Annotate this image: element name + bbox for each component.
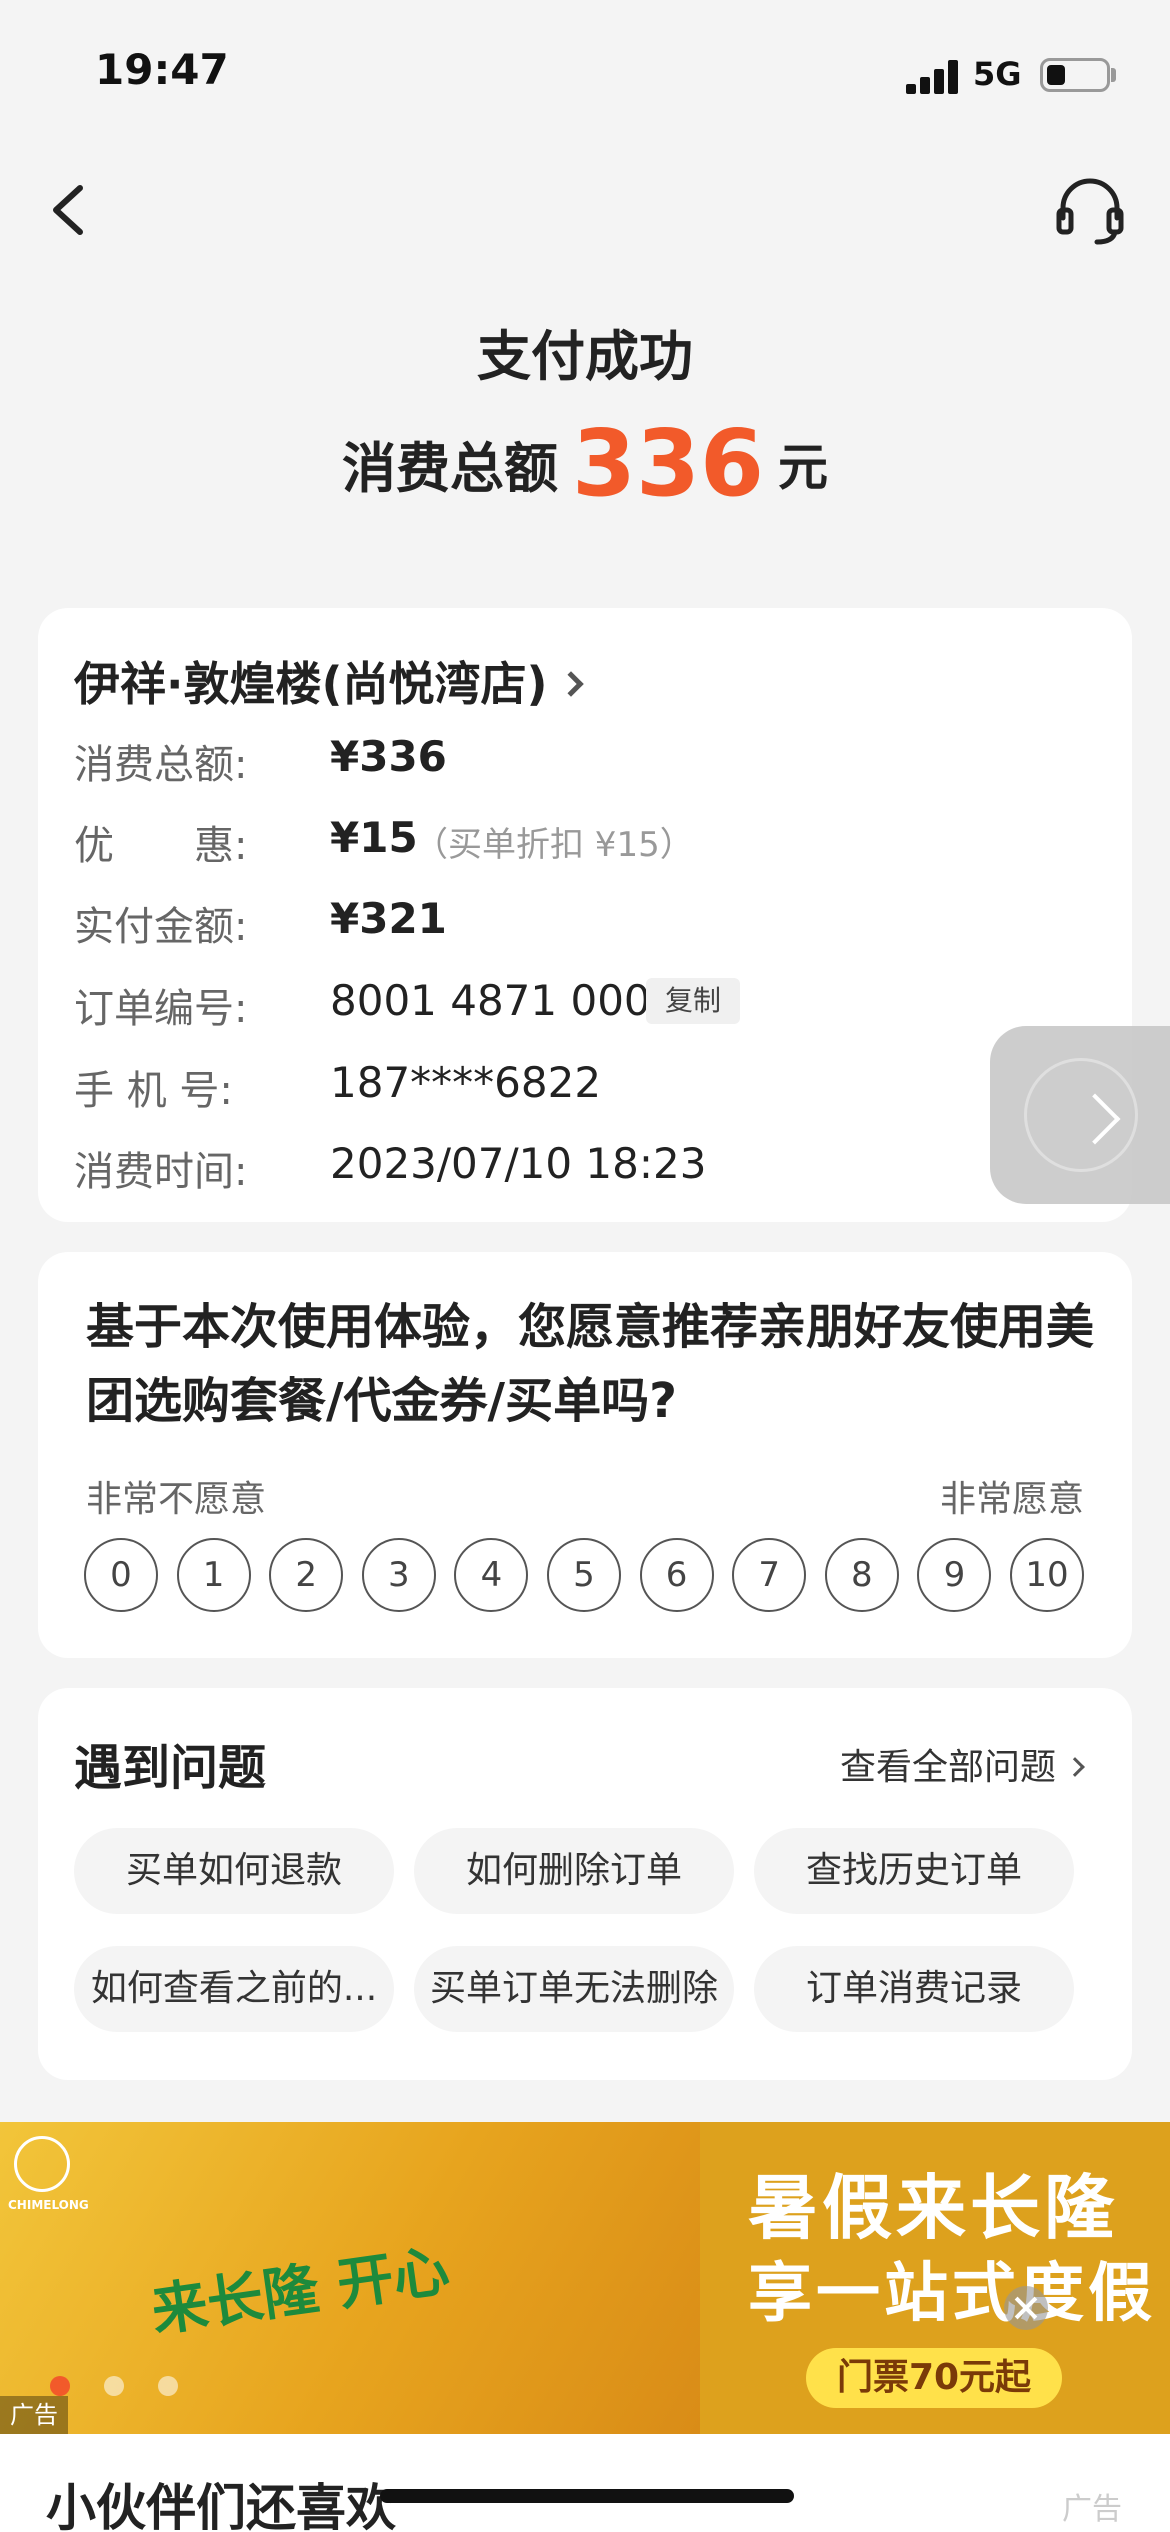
info-label: 实付金额:	[74, 904, 248, 950]
score-option[interactable]: 1	[176, 1538, 251, 1612]
signal-icon	[906, 60, 960, 94]
info-value: 187****6822	[330, 1058, 602, 1107]
copy-button[interactable]: 复制	[646, 978, 740, 1024]
score-option[interactable]: 2	[269, 1538, 344, 1612]
ad-tag: 广告	[0, 2396, 68, 2434]
nps-survey-card: 基于本次使用体验，您愿意推荐亲朋好友使用美团选购套餐/代金券/买单吗? 非常不愿…	[38, 1252, 1132, 1658]
chimelong-logo-icon	[14, 2136, 70, 2192]
carousel-dot[interactable]	[50, 2376, 70, 2396]
chevron-right-icon	[1069, 1093, 1121, 1145]
total-amount: 336	[571, 410, 765, 517]
info-label: 订单编号:	[74, 986, 248, 1032]
floating-next-button[interactable]	[990, 1026, 1170, 1204]
store-link[interactable]: 伊祥·敦煌楼(尚悦湾店)	[74, 648, 584, 714]
carousel-dot[interactable]	[158, 2376, 178, 2396]
scale-high-label: 非常愿意	[939, 1479, 1084, 1520]
headset-icon	[1056, 178, 1124, 245]
faq-chip[interactable]: 如何查看之前的...	[74, 1946, 394, 2032]
score-option[interactable]: 5	[547, 1538, 621, 1612]
info-label: 消费时间:	[74, 1149, 248, 1195]
score-option[interactable]: 8	[824, 1538, 899, 1612]
circle-icon	[1024, 1058, 1138, 1172]
network-type: 5G	[973, 55, 1022, 93]
faq-chip[interactable]: 订单消费记录	[754, 1946, 1074, 2032]
discount-note: （买单折扣 ¥15）	[414, 825, 694, 865]
carousel-dots	[50, 2376, 212, 2400]
battery-icon	[1040, 58, 1110, 92]
info-label: 手 机 号:	[74, 1068, 233, 1114]
info-label: 消费总额:	[74, 742, 248, 788]
info-label: 优 惠:	[74, 823, 248, 869]
battery-cap	[1111, 68, 1116, 82]
close-icon[interactable]	[1004, 2286, 1048, 2330]
recommend-section: 小伙伴们还喜欢 广告	[0, 2434, 1170, 2532]
order-info-card: 伊祥·敦煌楼(尚悦湾店) 消费总额: ¥336 优 惠: ¥15 （买单折扣 ¥…	[38, 608, 1132, 1222]
faq-chip[interactable]: 买单如何退款	[74, 1828, 394, 1914]
ad-headline-1: 暑假来长隆	[748, 2167, 1118, 2249]
chevron-right-icon	[557, 670, 584, 697]
customer-service-button[interactable]	[1055, 170, 1125, 250]
chevron-right-icon	[1065, 1757, 1085, 1777]
faq-chip[interactable]: 查找历史订单	[754, 1828, 1074, 1914]
score-options: 0 1 2 3 4 5 6 7 8 9 10	[84, 1538, 1094, 1614]
info-value: ¥15	[330, 813, 418, 862]
scale-low-label: 非常不愿意	[86, 1479, 267, 1520]
recommend-ad-tag: 广告	[1062, 2492, 1122, 2527]
ad-headline-2: 享一站式度假	[748, 2257, 1156, 2331]
back-button[interactable]	[40, 170, 100, 250]
ad-logo-text: CHIMELONG	[8, 2198, 89, 2212]
total-summary: 消费总额 336 元	[0, 410, 1170, 517]
info-value: 2023/07/10 18:23	[330, 1139, 707, 1188]
faq-chip[interactable]: 买单订单无法删除	[414, 1946, 734, 2032]
status-bar: 19:47 5G	[0, 0, 1170, 150]
recommend-title: 小伙伴们还喜欢	[46, 2479, 396, 2532]
score-option[interactable]: 10	[1010, 1538, 1084, 1612]
view-all-questions-link[interactable]: 查看全部问题	[839, 1738, 1085, 1790]
score-option[interactable]: 4	[454, 1538, 529, 1612]
score-option[interactable]: 3	[361, 1538, 436, 1612]
score-option[interactable]: 6	[639, 1538, 714, 1612]
view-all-label: 查看全部问题	[839, 1747, 1056, 1788]
order-number: 8001 4871 000	[330, 976, 651, 1025]
home-indicator[interactable]	[380, 2489, 794, 2503]
page-title: 支付成功	[477, 325, 693, 388]
faq-chip[interactable]: 如何删除订单	[414, 1828, 734, 1914]
info-value: ¥321	[330, 894, 447, 943]
chevron-left-icon	[53, 185, 83, 235]
store-name: 伊祥·敦煌楼(尚悦湾店)	[74, 657, 548, 711]
survey-question: 基于本次使用体验，您愿意推荐亲朋好友使用美团选购套餐/代金券/买单吗?	[86, 1299, 1095, 1429]
score-option[interactable]: 9	[917, 1538, 992, 1612]
status-time: 19:47	[95, 45, 229, 94]
ad-cta: 门票70元起	[806, 2348, 1062, 2408]
carousel-dot[interactable]	[104, 2376, 124, 2396]
info-value: ¥336	[330, 732, 447, 781]
faq-card: 遇到问题 查看全部问题 买单如何退款 如何删除订单 查找历史订单 如何查看之前的…	[38, 1688, 1132, 2080]
ad-banner[interactable]: CHIMELONG 来长隆 开心 暑假来长隆 享一站式度假 门票70元起 广告	[0, 2122, 1170, 2434]
total-unit: 元	[778, 438, 829, 497]
score-option[interactable]: 0	[84, 1538, 158, 1612]
total-label: 消费总额	[341, 437, 558, 500]
faq-title: 遇到问题	[74, 1740, 267, 1796]
score-option[interactable]: 7	[732, 1538, 807, 1612]
